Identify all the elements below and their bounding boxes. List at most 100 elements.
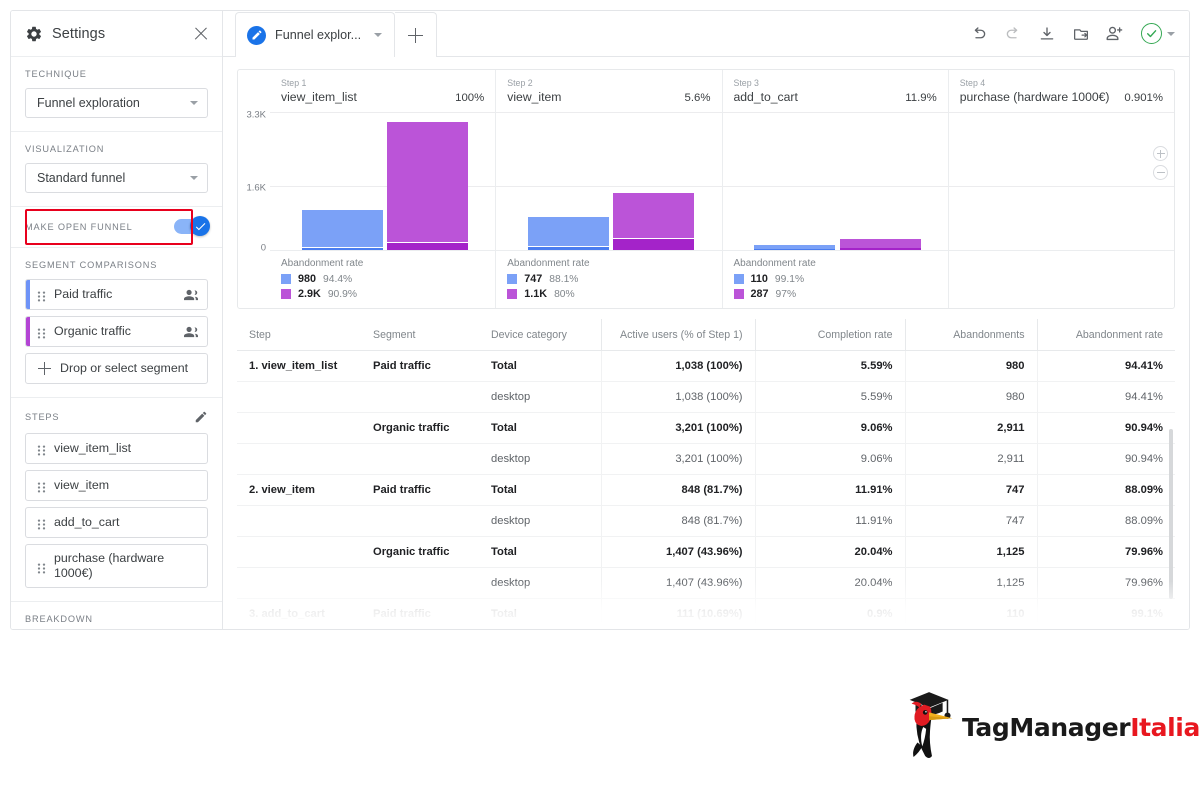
- cell-segment: Organic traffic: [361, 536, 479, 568]
- close-icon[interactable]: [192, 25, 210, 43]
- pencil-icon[interactable]: [194, 410, 208, 424]
- step-header: Step 3 add_to_cart 11.9%: [723, 70, 948, 110]
- abandonment-row: 980 94.4%: [281, 273, 484, 285]
- y-tick-label: 1.6K: [246, 182, 266, 194]
- undo-icon[interactable]: [969, 24, 988, 43]
- step-percent: 5.6%: [684, 92, 711, 104]
- bar-organic-traffic[interactable]: [613, 193, 695, 250]
- drag-handle-icon[interactable]: [37, 517, 46, 530]
- drag-handle-icon[interactable]: [37, 561, 46, 574]
- bar-organic-traffic[interactable]: [839, 239, 921, 250]
- column-header-active-users[interactable]: Active users (% of Step 1): [601, 319, 756, 351]
- table-row[interactable]: desktop 848 (81.7%) 11.91% 747 88.09%: [237, 505, 1175, 537]
- cell-device: Total: [479, 412, 602, 444]
- abandonment-row: 747 88.1%: [507, 273, 710, 285]
- column-header-segment[interactable]: Segment: [361, 319, 479, 351]
- abandonment-row: 110 99.1%: [733, 273, 937, 285]
- cell-segment: Paid traffic: [361, 474, 479, 506]
- abandonment-percent: 80%: [554, 288, 575, 300]
- settings-sidebar: Settings TECHNIQUE Funnel exploration VI…: [11, 11, 223, 629]
- table-row[interactable]: 3. add_to_cart Paid traffic Total 111 (1…: [237, 598, 1175, 629]
- segment-chip-paid-traffic[interactable]: Paid traffic: [25, 279, 208, 310]
- column-header-abandonment-rate[interactable]: Abandonment rate: [1037, 319, 1175, 351]
- bar-paid-traffic[interactable]: [754, 245, 836, 250]
- cell-segment: [361, 381, 479, 413]
- people-icon: [183, 288, 199, 302]
- share-status-button[interactable]: [1141, 23, 1175, 44]
- cell-active-users: 1,038 (100%): [601, 381, 756, 413]
- cell-abandonments: 1,125: [905, 567, 1038, 599]
- bar-paid-traffic[interactable]: [527, 217, 609, 250]
- abandonment-title: Abandonment rate: [281, 258, 364, 269]
- visualization-value: Standard funnel: [37, 171, 126, 185]
- add-user-icon[interactable]: [1105, 24, 1124, 43]
- zoom-out-icon[interactable]: [1153, 165, 1168, 180]
- bar-organic-traffic[interactable]: [387, 122, 469, 250]
- zoom-in-icon[interactable]: [1153, 146, 1168, 161]
- column-header-step[interactable]: Step: [237, 319, 361, 351]
- bar-segment-completed: [754, 249, 836, 250]
- abandonment-block: Abandonment rate 747 88.1% 1.1K 80%: [496, 250, 722, 308]
- main-pane: Funnel explor... 3.3K 1.6K 0 Step 1 view…: [223, 11, 1189, 629]
- cell-abandonment-rate: 94.41%: [1037, 350, 1175, 382]
- add-segment-button[interactable]: Drop or select segment: [25, 353, 208, 384]
- cell-step: [237, 381, 361, 413]
- tab-funnel-exploration[interactable]: Funnel explor...: [235, 12, 396, 57]
- segment-chip-label: Organic traffic: [54, 323, 131, 338]
- pencil-circle-icon: [247, 25, 266, 45]
- cell-abandonments: 1,125: [905, 536, 1038, 568]
- technique-select[interactable]: Funnel exploration: [25, 88, 208, 118]
- table-row[interactable]: 1. view_item_list Paid traffic Total 1,0…: [237, 350, 1175, 382]
- drag-handle-icon[interactable]: [37, 443, 46, 456]
- legend-swatch: [507, 289, 518, 299]
- table-row[interactable]: 2. view_item Paid traffic Total 848 (81.…: [237, 474, 1175, 506]
- step-event-name: purchase (hardware 1000€): [959, 90, 1110, 104]
- table-row[interactable]: Organic traffic Total 3,201 (100%) 9.06%…: [237, 412, 1175, 444]
- visualization-select[interactable]: Standard funnel: [25, 163, 208, 193]
- woodpecker-graduate-logo: [900, 688, 962, 767]
- add-tab-button[interactable]: [395, 12, 438, 57]
- breakdown-section: BREAKDOWN Device category: [11, 602, 222, 629]
- segment-color-bar: [26, 317, 30, 346]
- report-canvas: 3.3K 1.6K 0 Step 1 view_item_list 100% A…: [223, 57, 1189, 629]
- cell-abandonment-rate: 94.41%: [1037, 381, 1175, 413]
- cell-step: [237, 536, 361, 568]
- segment-chip-organic-traffic[interactable]: Organic traffic: [25, 316, 208, 347]
- step-percent: 11.9%: [905, 92, 937, 104]
- make-open-funnel-toggle[interactable]: [174, 216, 210, 236]
- step-chip-view-item-list[interactable]: view_item_list: [25, 433, 208, 464]
- cell-abandonment-rate: 99.1%: [1037, 598, 1175, 629]
- drag-handle-icon[interactable]: [37, 289, 46, 302]
- download-icon[interactable]: [1037, 24, 1056, 43]
- column-header-device-category[interactable]: Device category: [479, 319, 602, 351]
- bar-paid-traffic[interactable]: [301, 210, 383, 250]
- table-row[interactable]: desktop 1,038 (100%) 5.59% 980 94.41%: [237, 381, 1175, 413]
- table-row[interactable]: desktop 1,407 (43.96%) 20.04% 1,125 79.9…: [237, 567, 1175, 599]
- legend-swatch: [281, 289, 291, 299]
- cell-abandonment-rate: 88.09%: [1037, 505, 1175, 537]
- abandonment-percent: 88.1%: [549, 273, 579, 285]
- step-chip-purchase[interactable]: purchase (hardware 1000€): [25, 544, 208, 588]
- table-scrollbar[interactable]: [1169, 429, 1173, 599]
- people-icon: [183, 325, 199, 339]
- cell-segment: Paid traffic: [361, 598, 479, 629]
- table-row[interactable]: Organic traffic Total 1,407 (43.96%) 20.…: [237, 536, 1175, 568]
- table-row[interactable]: desktop 3,201 (100%) 9.06% 2,911 90.94%: [237, 443, 1175, 475]
- steps-section: STEPS view_item_list view_item add_to_ca…: [11, 398, 222, 602]
- segment-color-bar: [26, 280, 30, 309]
- column-header-completion-rate[interactable]: Completion rate: [755, 319, 906, 351]
- drag-handle-icon[interactable]: [37, 326, 46, 339]
- step-chip-add-to-cart[interactable]: add_to_cart: [25, 507, 208, 538]
- column-header-abandonments[interactable]: Abandonments: [905, 319, 1038, 351]
- chart-zoom-controls: [1153, 146, 1168, 180]
- watermark-text-a: TagManager: [962, 713, 1131, 742]
- drag-handle-icon[interactable]: [37, 480, 46, 493]
- bar-segment-completed: [839, 248, 921, 250]
- plus-icon: [408, 27, 424, 43]
- bar-group: [270, 110, 495, 250]
- move-to-folder-icon[interactable]: [1071, 24, 1090, 43]
- redo-icon[interactable]: [1003, 24, 1022, 43]
- legend-swatch: [733, 289, 744, 299]
- step-chip-view-item[interactable]: view_item: [25, 470, 208, 501]
- chevron-down-icon[interactable]: [374, 33, 383, 37]
